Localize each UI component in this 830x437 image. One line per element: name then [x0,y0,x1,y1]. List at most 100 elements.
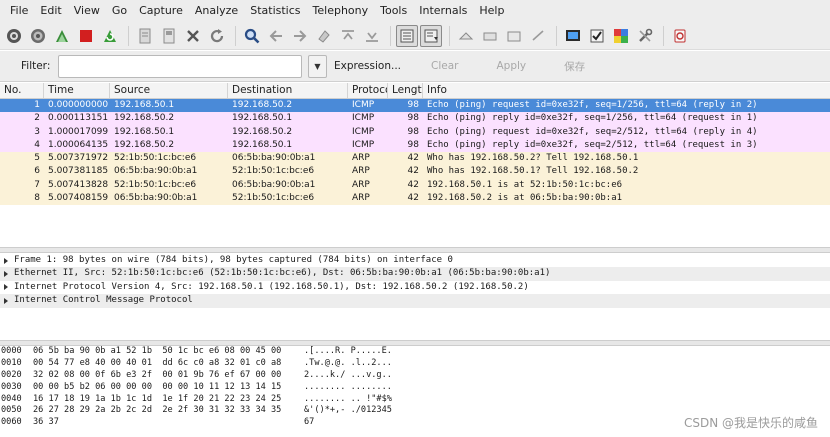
stop-capture-icon[interactable] [75,25,97,47]
expand-arrow-icon[interactable] [4,257,8,264]
preferences-icon[interactable] [634,25,656,47]
pane-splitter[interactable] [0,247,830,253]
details-row-ethernet[interactable]: Ethernet II, Src: 52:1b:50:1c:bc:e6 (52:… [0,267,830,281]
toolbar-separator [235,25,236,46]
packet-cell-proto: ARP [352,153,370,164]
menu-internals[interactable]: Internals [413,0,473,22]
packet-cell-proto: ARP [352,166,370,177]
packet-cell-proto: ICMP [352,113,375,124]
go-last-icon[interactable] [361,25,383,47]
packet-row[interactable]: 6 5.007381185 06:5b:ba:90:0b:a1 52:1b:50:1c… [0,165,830,179]
menu-tools[interactable]: Tools [374,0,413,22]
menu-view[interactable]: View [68,0,106,22]
coloring-rules-icon[interactable] [610,25,632,47]
packet-cell-dst: 52:1b:50:1c:bc:e6 [232,166,315,177]
reload-icon[interactable] [206,25,228,47]
details-row-frame[interactable]: Frame 1: 98 bytes on wire (784 bits), 98… [0,254,830,267]
go-forward-icon[interactable] [289,25,311,47]
expand-arrow-icon[interactable] [4,284,8,291]
menu-go[interactable]: Go [106,0,133,22]
bytes-row[interactable]: 0030 00 00 b5 b2 06 00 00 00 00 00 10 11 … [0,382,830,394]
save-file-icon[interactable] [158,25,180,47]
bytes-hex: 36 37 [33,417,277,428]
packet-cell-time: 0.000000000 [48,100,109,110]
bytes-hex: 00 00 b5 b2 06 00 00 00 00 00 10 11 12 1… [33,381,282,392]
open-file-icon[interactable] [134,25,156,47]
column-header-protocol[interactable]: Protocol [348,83,388,98]
details-row-ipv4[interactable]: Internet Protocol Version 4, Src: 192.16… [0,281,830,294]
clear-button[interactable]: Clear [431,60,458,72]
zoom-out-icon[interactable] [479,25,501,47]
go-back-icon[interactable] [265,25,287,47]
colorize-icon[interactable] [396,24,418,47]
packet-cell-no: 7 [34,179,40,190]
column-header-destination[interactable]: Destination [228,83,348,98]
column-header-no[interactable]: No. [0,83,44,98]
save-filter-button[interactable]: 保存 [564,59,585,74]
packet-cell-src: 192.168.50.2 [114,139,175,150]
packet-cell-src: 52:1b:50:1c:bc:e6 [114,153,197,164]
menu-edit[interactable]: Edit [34,0,67,22]
packet-cell-len: 98 [407,139,419,150]
toolbar-separator [556,25,557,46]
interface-list-icon[interactable] [3,25,25,47]
restart-capture-icon[interactable] [99,25,121,47]
packet-cell-len: 98 [407,113,419,124]
bytes-row[interactable]: 0010 00 54 77 e8 40 00 40 01 dd 6c c0 a8 … [0,358,830,370]
bytes-row[interactable]: 0000 06 5b ba 90 0b a1 52 1b 50 1c bc e6 … [0,346,830,358]
packet-cell-dst: 192.168.50.1 [232,113,293,124]
find-packet-icon[interactable] [241,25,263,47]
go-first-icon[interactable] [337,25,359,47]
menu-telephony[interactable]: Telephony [307,0,375,22]
expand-arrow-icon[interactable] [4,297,8,304]
capture-filters-icon[interactable] [562,25,584,47]
watermark: CSDN @我是快乐的咸鱼 [683,416,818,430]
menu-statistics[interactable]: Statistics [244,0,306,22]
packet-row[interactable]: 2 0.000113151 192.168.50.2 192.168.50.1 ICMP… [0,112,830,126]
expression-button[interactable]: Expression... [334,60,401,72]
packet-cell-time: 1.000064135 [48,139,109,150]
apply-button[interactable]: Apply [496,60,526,72]
bytes-ascii: &'()*+,- ./012345 [304,405,392,416]
packet-row[interactable]: 3 1.000017099 192.168.50.1 192.168.50.2 ICMP… [0,125,830,139]
packet-row[interactable]: 8 5.007408159 06:5b:ba:90:0b:a1 52:1b:50:1c… [0,192,830,206]
filter-history-dropdown[interactable]: ▼ [308,54,327,78]
go-to-packet-icon[interactable] [313,25,335,47]
packet-cell-no: 1 [34,100,40,110]
packet-cell-len: 42 [407,193,419,204]
menu-capture[interactable]: Capture [133,0,189,22]
help-icon[interactable] [669,25,691,47]
column-header-length[interactable]: Length [388,83,423,98]
bytes-row[interactable]: 0040 16 17 18 19 1a 1b 1c 1d 1e 1f 20 21 … [0,394,830,406]
column-header-source[interactable]: Source [110,83,228,98]
start-capture-icon[interactable] [51,25,73,47]
bytes-offset: 0040 [1,393,22,404]
packet-row[interactable]: 7 5.007413828 52:1b:50:1c:bc:e6 06:5b:ba:90… [0,178,830,193]
packet-cell-info: Echo (ping) reply id=0xe32f, seq=2/512, … [427,139,758,150]
bytes-row[interactable]: 0020 32 02 08 00 0f 6b e3 2f 00 01 9b 76 … [0,370,830,382]
menu-help[interactable]: Help [473,0,510,22]
bytes-offset: 0030 [1,381,22,392]
zoom-in-icon[interactable] [455,25,477,47]
bytes-offset: 0020 [1,369,22,380]
menu-analyze[interactable]: Analyze [189,0,244,22]
details-row-icmp[interactable]: Internet Control Message Protocol [0,294,830,308]
column-header-time[interactable]: Time [44,83,110,98]
resize-columns-icon[interactable] [527,25,549,47]
details-row-text: Frame 1: 98 bytes on wire (784 bits), 98… [14,255,453,265]
display-filters-icon[interactable] [586,25,608,47]
packet-row[interactable]: 1 0.000000000 192.168.50.1 192.168.50.2 ICMP… [0,99,830,113]
normal-size-icon[interactable] [503,25,525,47]
auto-scroll-icon[interactable] [420,24,442,47]
packet-row[interactable]: 5 5.007371972 52:1b:50:1c:bc:e6 06:5b:ba:90… [0,152,830,166]
expand-arrow-icon[interactable] [4,271,8,278]
packet-cell-src: 52:1b:50:1c:bc:e6 [114,179,197,190]
column-header-info[interactable]: Info [423,83,830,98]
capture-options-icon[interactable] [27,25,49,47]
packet-cell-time: 5.007408159 [48,193,109,204]
menu-file[interactable]: File [4,0,34,22]
packet-cell-no: 4 [34,139,40,150]
close-file-icon[interactable] [182,25,204,47]
filter-input[interactable] [58,54,302,78]
packet-row[interactable]: 4 1.000064135 192.168.50.2 192.168.50.1 ICMP… [0,138,830,153]
